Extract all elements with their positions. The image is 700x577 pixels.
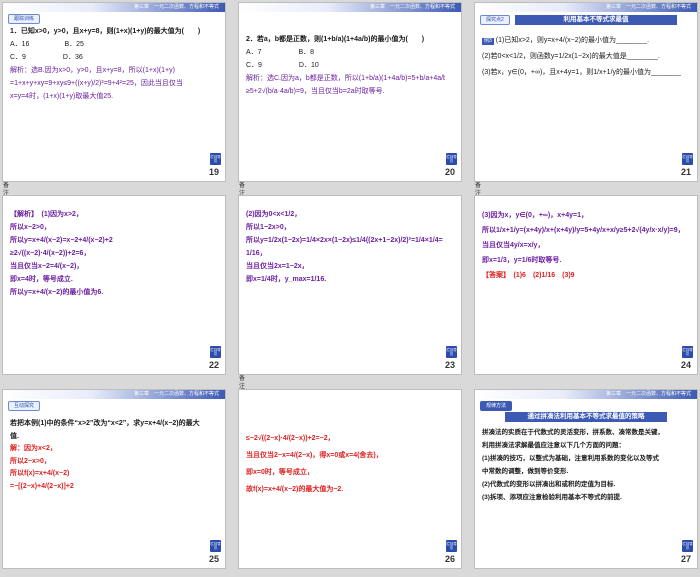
slide-thumbnail-19[interactable]: 第三章 一元二次函数、方程和不等式 跟踪训练 1．已知x>0，y>0，且x+y=… [3,3,225,181]
slide-thumbnail-20[interactable]: 第三章 一元二次函数、方程和不等式 2．若a，b都是正数，则(1+b/a)(1+… [239,3,461,181]
explore-tag: 探究点2 [480,15,510,25]
speaker-notes-icon[interactable]: 备注 [239,375,250,390]
section-title: 通过拼凑法利用基本不等式求最值的策略 [505,412,667,422]
slide-header-bar: 第三章 一元二次函数、方程和不等式 [475,390,697,399]
slide-number: 23 [444,360,455,370]
back-navigation-button[interactable]: 栏目导引 [446,346,457,358]
back-navigation-button[interactable]: 栏目导引 [446,540,457,552]
slide-thumbnail-22[interactable]: 【解析】 (1)因为x>2， 所以x−2>0， 所以y=x+4/(x−2)=x−… [3,196,225,374]
back-navigation-button[interactable]: 栏目导引 [682,540,693,552]
slide-thumbnail-26[interactable]: ≤−2√((2−x)·4/(2−x))+2=−2， 当且仅当2−x=4/(2−x… [239,390,461,568]
slide-header-bar: 第三章 一元二次函数、方程和不等式 [239,3,461,12]
slide-number: 27 [680,554,691,564]
back-navigation-button[interactable]: 栏目导引 [682,346,693,358]
slide-body: 拼凑法的实质在于代数式的灵活变形，拼系数、凑常数是关键， 利用拼凑法求解最值应注… [482,429,664,501]
slide-body: 2．若a，b都是正数，则(1+b/a)(1+4a/b)的最小值为( ) A．7 … [246,36,445,95]
back-navigation-button[interactable]: 栏目导引 [446,153,457,165]
slide-body: (2)因为0<x<1/2， 所以1−2x>0， 所以y=1/2x(1−2x)=1… [246,211,443,283]
back-navigation-button[interactable]: 栏目导引 [210,346,221,358]
slide-number: 20 [444,167,455,177]
speaker-notes-icon[interactable]: 备注 [3,182,14,197]
slide-header-bar: 第三章 一元二次函数、方程和不等式 [475,3,697,12]
speaker-notes-icon[interactable]: 备注 [475,182,486,197]
slide-number: 21 [680,167,691,177]
slide-number: 19 [208,167,219,177]
slide-number: 22 [208,360,219,370]
slide-thumbnail-25[interactable]: 第三章 一元二次函数、方程和不等式 互动探究 若把本例(1)中的条件“x>2”改… [3,390,225,568]
slide-body: ≤−2√((2−x)·4/(2−x))+2=−2， 当且仅当2−x=4/(2−x… [246,435,383,493]
example-badge: 例3 [482,38,494,45]
slide-number: 26 [444,554,455,564]
slide-body: 【解析】 (1)因为x>2， 所以x−2>0， 所以y=x+4/(x−2)=x−… [10,211,113,296]
back-navigation-button[interactable]: 栏目导引 [210,540,221,552]
speaker-notes-icon[interactable]: 备注 [239,182,250,197]
back-navigation-button[interactable]: 栏目导引 [210,153,221,165]
slide-body: 例3 (1)已知x>2，则y=x+4/(x−2)的最小值为________. (2… [482,37,681,76]
slide-header-bar: 第三章 一元二次函数、方程和不等式 [3,3,225,12]
section-title: 利用基本不等式求最值 [515,15,677,25]
slide-header-bar: 第三章 一元二次函数、方程和不等式 [3,390,225,399]
interaction-tag: 互动探究 [8,401,41,411]
slide-thumbnail-24[interactable]: (3)因为x，y∈(0，+∞)，x+4y=1， 所以1/x+1/y=(x+4y)… [475,196,697,374]
slide-number: 25 [208,554,219,564]
slide-number: 24 [680,360,691,370]
back-navigation-button[interactable]: 栏目导引 [682,153,693,165]
slide-thumbnail-23[interactable]: (2)因为0<x<1/2， 所以1−2x>0， 所以y=1/2x(1−2x)=1… [239,196,461,374]
slide-thumbnail-21[interactable]: 第三章 一元二次函数、方程和不等式 探究点2 利用基本不等式求最值 例3 (1)已… [475,3,697,181]
slide-thumbnail-27[interactable]: 第三章 一元二次函数、方程和不等式 规律方法 通过拼凑法利用基本不等式求最值的策… [475,390,697,568]
practice-tag: 跟踪训练 [8,14,41,24]
slide-body: 若把本例(1)中的条件“x>2”改为“x<2”，求y=x+4/(x−2)的最大 … [10,420,200,490]
method-tag: 规律方法 [480,401,513,411]
slide-body: (3)因为x，y∈(0，+∞)，x+4y=1， 所以1/x+1/y=(x+4y)… [482,212,681,279]
slide-body: 1．已知x>0，y>0，且x+y=8，则(1+x)(1+y)的最大值为( ) A… [10,28,201,100]
